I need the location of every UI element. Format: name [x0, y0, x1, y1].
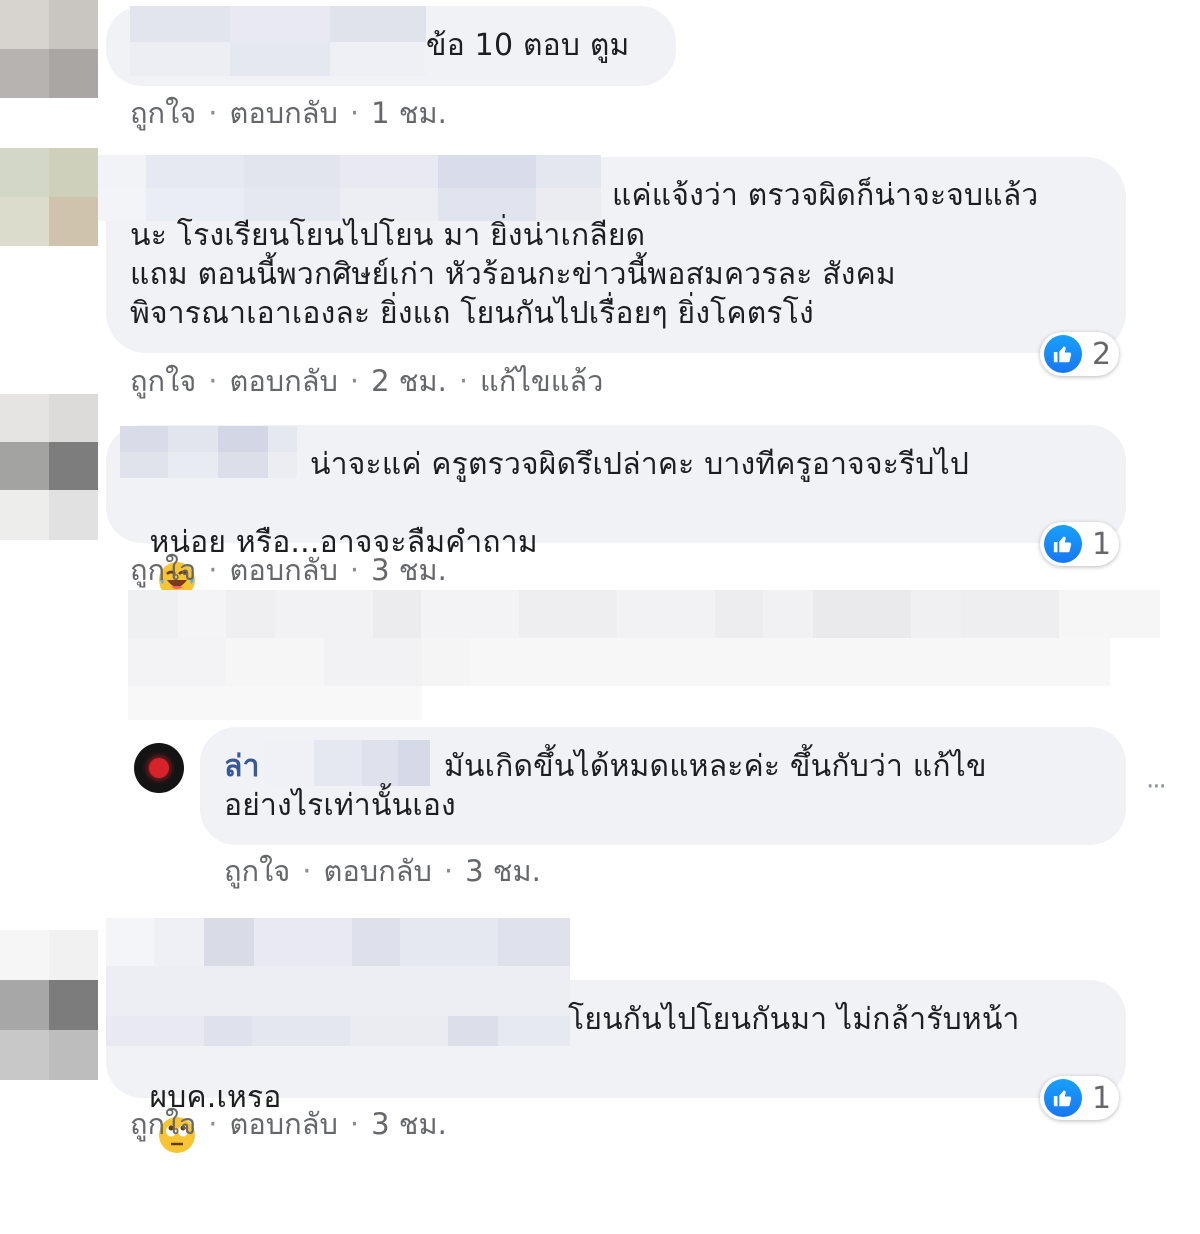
avatar[interactable]: [134, 743, 184, 793]
timestamp[interactable]: 3 ชม.: [465, 848, 541, 894]
avatar[interactable]: [0, 148, 98, 246]
page-logo-icon: [149, 758, 169, 778]
edited-label[interactable]: แก้ไขแล้ว: [480, 358, 603, 404]
timestamp[interactable]: 2 ชม.: [371, 358, 447, 404]
reaction-number: 2: [1092, 336, 1112, 372]
reply-button[interactable]: ตอบกลับ: [324, 848, 432, 894]
timestamp[interactable]: 3 ชม.: [371, 547, 447, 593]
reaction-count[interactable]: 2: [1040, 332, 1120, 376]
avatar[interactable]: [0, 394, 98, 540]
comment-text: ข้อ 10 ตอบ ตูม: [426, 28, 630, 63]
comment-text: น่าจะแค่ ครูตรวจผิดรึเปล่าคะ บางทีครูอาจ…: [310, 447, 970, 482]
comment-text: อย่างไรเท่านั้นเอง: [224, 788, 456, 823]
comment-actions: ถูกใจ · ตอบกลับ · 3 ชม.: [130, 547, 447, 593]
reply-button[interactable]: ตอบกลับ: [230, 547, 338, 593]
commenter-name[interactable]: [130, 6, 426, 76]
comment-text: โยนกันไปโยนกันมา ไม่กล้ารับหน้า: [568, 1002, 1020, 1037]
comment-text: แค่แจ้งว่า ตรวจผิดก็น่าจะจบแล้ว: [612, 178, 1039, 213]
like-button[interactable]: ถูกใจ: [224, 848, 290, 894]
comment-actions: ถูกใจ · ตอบกลับ · 2 ชม. · แก้ไขแล้ว: [130, 358, 603, 404]
reply-button[interactable]: ตอบกลับ: [230, 90, 338, 136]
blurred-region: [128, 590, 1160, 720]
like-button[interactable]: ถูกใจ: [130, 90, 196, 136]
comment-text: พิจารณาเอาเองละ ยิ่งแถ โยนกันไปเรื่อยๆ ย…: [130, 296, 814, 331]
comment-actions: ถูกใจ · ตอบกลับ · 1 ชม.: [130, 90, 447, 136]
timestamp[interactable]: 1 ชม.: [371, 90, 447, 136]
reaction-number: 1: [1092, 526, 1112, 562]
like-reaction-icon: [1044, 335, 1082, 373]
commenter-name[interactable]: [120, 426, 297, 478]
comment-text: นะ โรงเรียนโยนไปโยน มา ยิ่งน่าเกลียด: [130, 218, 646, 253]
like-button[interactable]: ถูกใจ: [130, 547, 196, 593]
reaction-number: 1: [1092, 1080, 1112, 1116]
comment-actions: ถูกใจ · ตอบกลับ · 3 ชม.: [130, 1101, 447, 1147]
commenter-name-prefix[interactable]: ล่า: [224, 747, 260, 786]
comment-actions: ถูกใจ · ตอบกลับ · 3 ชม.: [224, 848, 541, 894]
like-button[interactable]: ถูกใจ: [130, 358, 196, 404]
comment-text: มันเกิดขึ้นได้หมดแหละค่ะ ขึ้นกับว่า แก้ไ…: [444, 749, 987, 784]
timestamp[interactable]: 3 ชม.: [371, 1101, 447, 1147]
commenter-name[interactable]: [266, 740, 430, 786]
comment-text: แถม ตอนนี้พวกศิษย์เก่า หัวร้อนกะข่าวนี้พ…: [130, 257, 896, 292]
reaction-count[interactable]: 1: [1040, 522, 1120, 566]
like-button[interactable]: ถูกใจ: [130, 1101, 196, 1147]
reply-button[interactable]: ตอบกลับ: [230, 1101, 338, 1147]
avatar[interactable]: [0, 930, 98, 1080]
like-reaction-icon: [1044, 1079, 1082, 1117]
reply-button[interactable]: ตอบกลับ: [230, 358, 338, 404]
like-reaction-icon: [1044, 525, 1082, 563]
commenter-name[interactable]: [106, 918, 570, 1046]
commenter-name[interactable]: [98, 155, 601, 221]
reaction-count[interactable]: 1: [1040, 1076, 1120, 1120]
avatar[interactable]: [0, 0, 98, 98]
more-options-button[interactable]: ···: [1146, 772, 1167, 802]
